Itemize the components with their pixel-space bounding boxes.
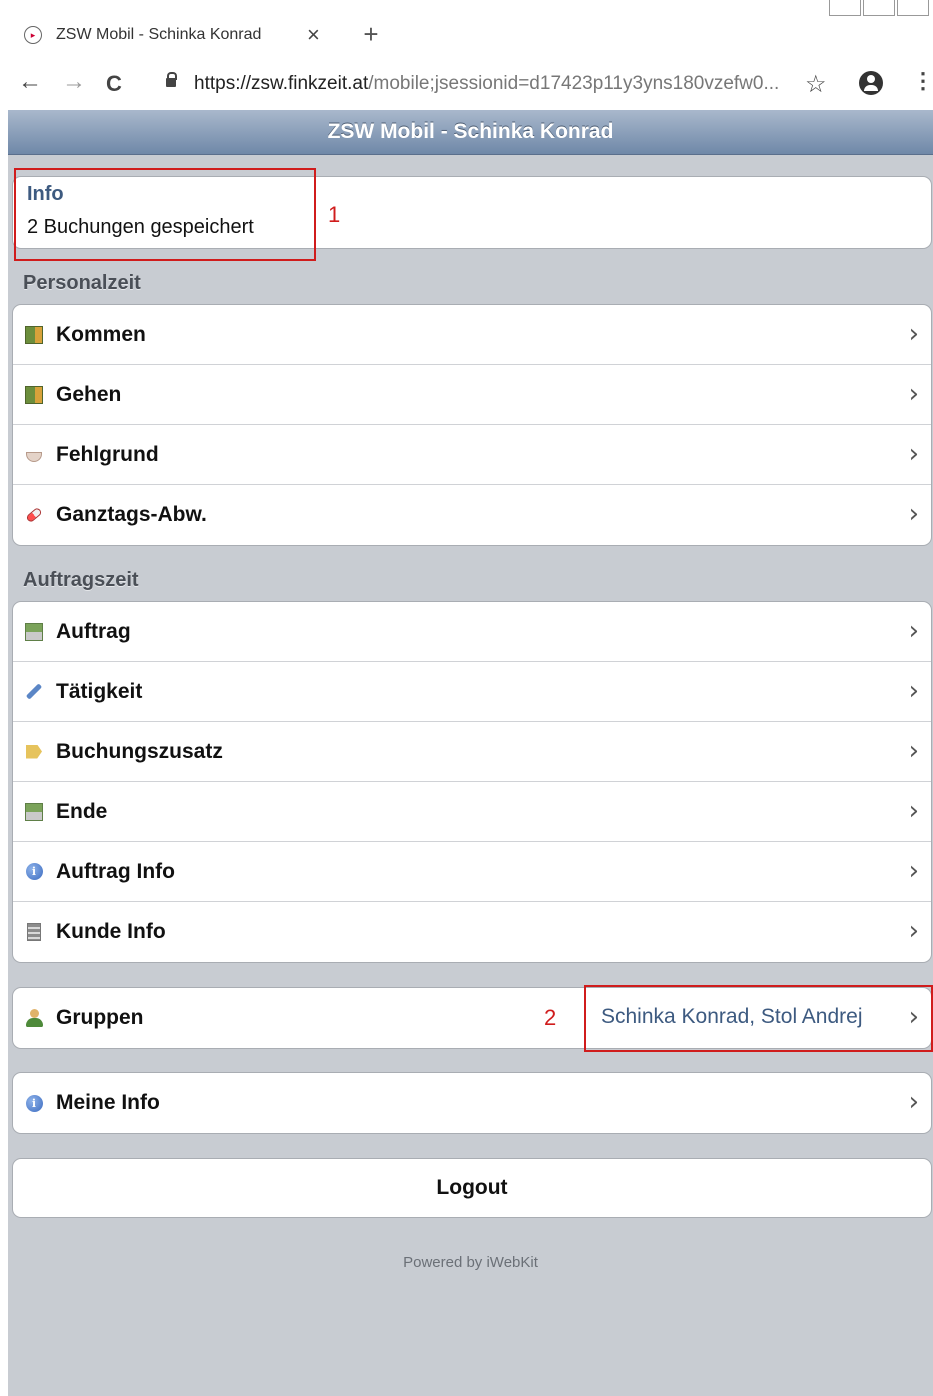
tree-icon	[23, 621, 45, 643]
lock-icon	[166, 72, 177, 87]
wrench-icon	[23, 681, 45, 703]
annotation-box-1	[14, 168, 316, 261]
chevron-right-icon: ›	[908, 736, 919, 766]
section-auftragszeit: Auftragszeit	[23, 569, 139, 591]
list-item-auftrag[interactable]: Auftrag ›	[13, 602, 931, 662]
list-item-gehen[interactable]: Gehen ›	[13, 365, 931, 425]
list-item-label: Gruppen	[56, 1006, 144, 1029]
address-bar[interactable]: https://zsw.finkzeit.at/mobile;jsessioni…	[194, 73, 779, 95]
chevron-right-icon: ›	[908, 676, 919, 706]
browser-tab[interactable]: ▸ ZSW Mobil - Schinka Konrad ×	[12, 14, 342, 56]
list-item-label: Fehlgrund	[56, 442, 159, 466]
chevron-right-icon: ›	[908, 499, 919, 529]
coffee-cup-icon	[23, 444, 45, 466]
reload-button[interactable]: C	[106, 71, 122, 97]
tree-end-icon	[23, 801, 45, 823]
browser-toolbar: ← → C https://zsw.finkzeit.at/mobile;jse…	[0, 62, 933, 106]
list-item-taetigkeit[interactable]: Tätigkeit ›	[13, 662, 931, 722]
tab-title: ZSW Mobil - Schinka Konrad	[56, 26, 262, 43]
section-personalzeit: Personalzeit	[23, 272, 141, 294]
logout-button[interactable]: Logout	[12, 1158, 932, 1218]
list-item-auftrag-info[interactable]: i Auftrag Info ›	[13, 842, 931, 902]
annotation-label-2: 2	[544, 1005, 557, 1030]
info-icon: i	[23, 1092, 45, 1114]
list-item-label: Auftrag Info	[56, 859, 175, 883]
tag-icon	[23, 741, 45, 763]
chevron-right-icon: ›	[908, 616, 919, 646]
chevron-right-icon: ›	[908, 796, 919, 826]
bookmark-star-icon[interactable]: ☆	[805, 70, 827, 99]
new-tab-button[interactable]: +	[357, 20, 385, 48]
minimize-button[interactable]	[829, 0, 861, 16]
site-favicon-icon: ▸	[24, 26, 42, 44]
chevron-right-icon: ›	[908, 439, 919, 469]
back-button[interactable]: ←	[18, 68, 42, 96]
page-title: ZSW Mobil - Schinka Konrad	[8, 110, 933, 155]
list-item-kommen[interactable]: Kommen ›	[13, 305, 931, 365]
list-item-kunde-info[interactable]: Kunde Info ›	[13, 902, 931, 962]
window-controls	[827, 0, 929, 18]
door-in-icon	[23, 324, 45, 346]
browser-tabstrip: ▸ ZSW Mobil - Schinka Konrad × +	[0, 0, 933, 62]
list-item-ende[interactable]: Ende ›	[13, 782, 931, 842]
people-icon	[23, 1007, 45, 1029]
close-window-button[interactable]	[897, 0, 929, 16]
list-item-label: Kommen	[56, 322, 146, 346]
chevron-right-icon: ›	[908, 319, 919, 349]
footer-powered-by: Powered by iWebKit	[403, 1254, 538, 1271]
chevron-right-icon: ›	[908, 379, 919, 409]
door-out-icon	[23, 384, 45, 406]
list-item-label: Tätigkeit	[56, 679, 143, 703]
pill-icon	[23, 504, 45, 526]
list-item-ganztags-abw[interactable]: Ganztags-Abw. ›	[13, 485, 931, 545]
list-item-label: Buchungszusatz	[56, 739, 223, 763]
list-item-label: Ganztags-Abw.	[56, 503, 207, 526]
profile-icon[interactable]	[859, 71, 883, 95]
url-path: /mobile;jsessionid=d17423p11y3yns180vzef…	[368, 73, 780, 94]
list-item-label: Ende	[56, 799, 108, 823]
list-item-fehlgrund[interactable]: Fehlgrund ›	[13, 425, 931, 485]
list-item-label: Gehen	[56, 382, 122, 406]
chevron-right-icon: ›	[908, 1087, 919, 1117]
url-host: https://zsw.finkzeit.at	[194, 73, 369, 94]
annotation-box-2	[584, 985, 933, 1052]
info-icon: i	[23, 861, 45, 883]
annotation-label-1: 1	[328, 202, 341, 227]
chevron-right-icon: ›	[908, 856, 919, 886]
browser-menu-icon[interactable]: ⋮	[912, 68, 933, 94]
list-item-label: Meine Info	[56, 1091, 160, 1114]
tab-close-icon[interactable]: ×	[307, 22, 320, 48]
list-item-label: Kunde Info	[56, 920, 166, 943]
building-icon	[23, 921, 45, 943]
list-item-meine-info[interactable]: i Meine Info ›	[13, 1073, 931, 1133]
forward-button[interactable]: →	[62, 68, 86, 96]
chevron-right-icon: ›	[908, 916, 919, 946]
personalzeit-list: Kommen › Gehen › Fehlgrund › Ganztags-Ab…	[12, 304, 932, 546]
list-item-label: Auftrag	[56, 619, 131, 643]
maximize-button[interactable]	[863, 0, 895, 16]
list-item-buchungszusatz[interactable]: Buchungszusatz ›	[13, 722, 931, 782]
app-viewport: ZSW Mobil - Schinka Konrad Info 2 Buchun…	[8, 110, 933, 1396]
auftragszeit-list: Auftrag › Tätigkeit › Buchungszusatz › E…	[12, 601, 932, 963]
meine-info-list: i Meine Info ›	[12, 1072, 932, 1134]
